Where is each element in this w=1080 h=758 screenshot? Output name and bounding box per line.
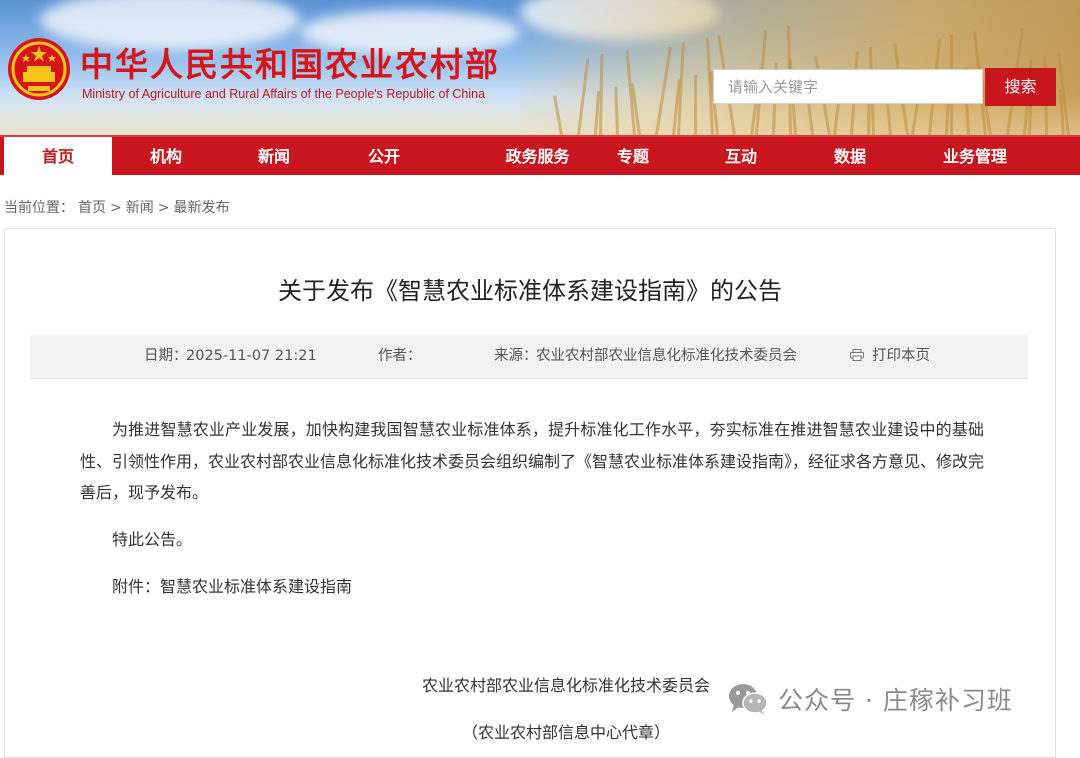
breadcrumb: 当前位置： 首页 > 新闻 > 最新发布 (4, 197, 233, 217)
article-title: 关于发布《智慧农业标准体系建设指南》的公告 (278, 277, 782, 305)
breadcrumb-latest[interactable]: 最新发布 (173, 200, 229, 216)
breadcrumb-separator: > (157, 200, 170, 216)
article-paragraph: 特此公告。 (112, 530, 193, 549)
nav-item-data[interactable]: 数据 (797, 137, 903, 175)
nav-item-topics[interactable]: 专题 (580, 137, 686, 175)
nav-item-interaction[interactable]: 互动 (688, 137, 794, 175)
print-label: 打印本页 (872, 348, 930, 364)
breadcrumb-prefix: 当前位置： (4, 200, 74, 216)
nav-item-home[interactable]: 首页 (4, 137, 112, 175)
nav-item-business[interactable]: 业务管理 (915, 137, 1035, 175)
nav-item-organization[interactable]: 机构 (112, 137, 220, 175)
source-value: 农业农村部农业信息化标准化技术委员会 (536, 348, 797, 364)
attachment-line: 附件：智慧农业标准体系建设指南 (80, 571, 984, 603)
site-header: 中华人民共和国农业农村部 Ministry of Agriculture and… (0, 0, 1080, 135)
watermark: 公众号 · 庄稼补习班 (728, 681, 1013, 717)
signature-seal: （农业农村部信息中心代章） (461, 723, 670, 742)
date-label: 日期： (144, 348, 188, 364)
attachment-link[interactable]: 智慧农业标准体系建设指南 (160, 577, 352, 596)
printer-icon (850, 349, 864, 361)
article-paragraph: 为推进智慧农业产业发展，加快构建我国智慧农业标准体系，提升标准化工作水平，夯实标… (80, 420, 985, 502)
breadcrumb-news[interactable]: 新闻 (126, 200, 154, 216)
nav-item-news[interactable]: 新闻 (220, 137, 328, 175)
article-meta-bar: 日期： 2025-11-07 21:21 作者： 来源： 农业农村部农业信息化标… (30, 335, 1028, 379)
author-label: 作者： (378, 348, 422, 364)
print-button[interactable]: 打印本页 (850, 335, 930, 378)
site-title: 中华人民共和国农业农村部 (80, 45, 500, 84)
date-value: 2025-11-07 21:21 (186, 348, 317, 364)
attachment-label: 附件： (112, 577, 161, 596)
nav-item-public[interactable]: 公开 (328, 137, 440, 175)
national-emblem-icon (8, 38, 70, 100)
source-label: 来源： (494, 348, 538, 364)
search-button[interactable]: 搜索 (985, 68, 1056, 106)
main-nav: 首页 机构 新闻 公开 政务服务 专题 互动 数据 业务管理 (0, 135, 1080, 175)
breadcrumb-home[interactable]: 首页 (78, 200, 106, 216)
wechat-icon (729, 684, 768, 715)
breadcrumb-separator: > (110, 200, 122, 216)
search-box (713, 69, 992, 104)
wheat-stalk (694, 75, 697, 135)
search-input[interactable] (714, 70, 992, 103)
site-subtitle: Ministry of Agriculture and Rural Affair… (82, 87, 486, 101)
watermark-text: 公众号 · 庄稼补习班 (778, 686, 1013, 715)
